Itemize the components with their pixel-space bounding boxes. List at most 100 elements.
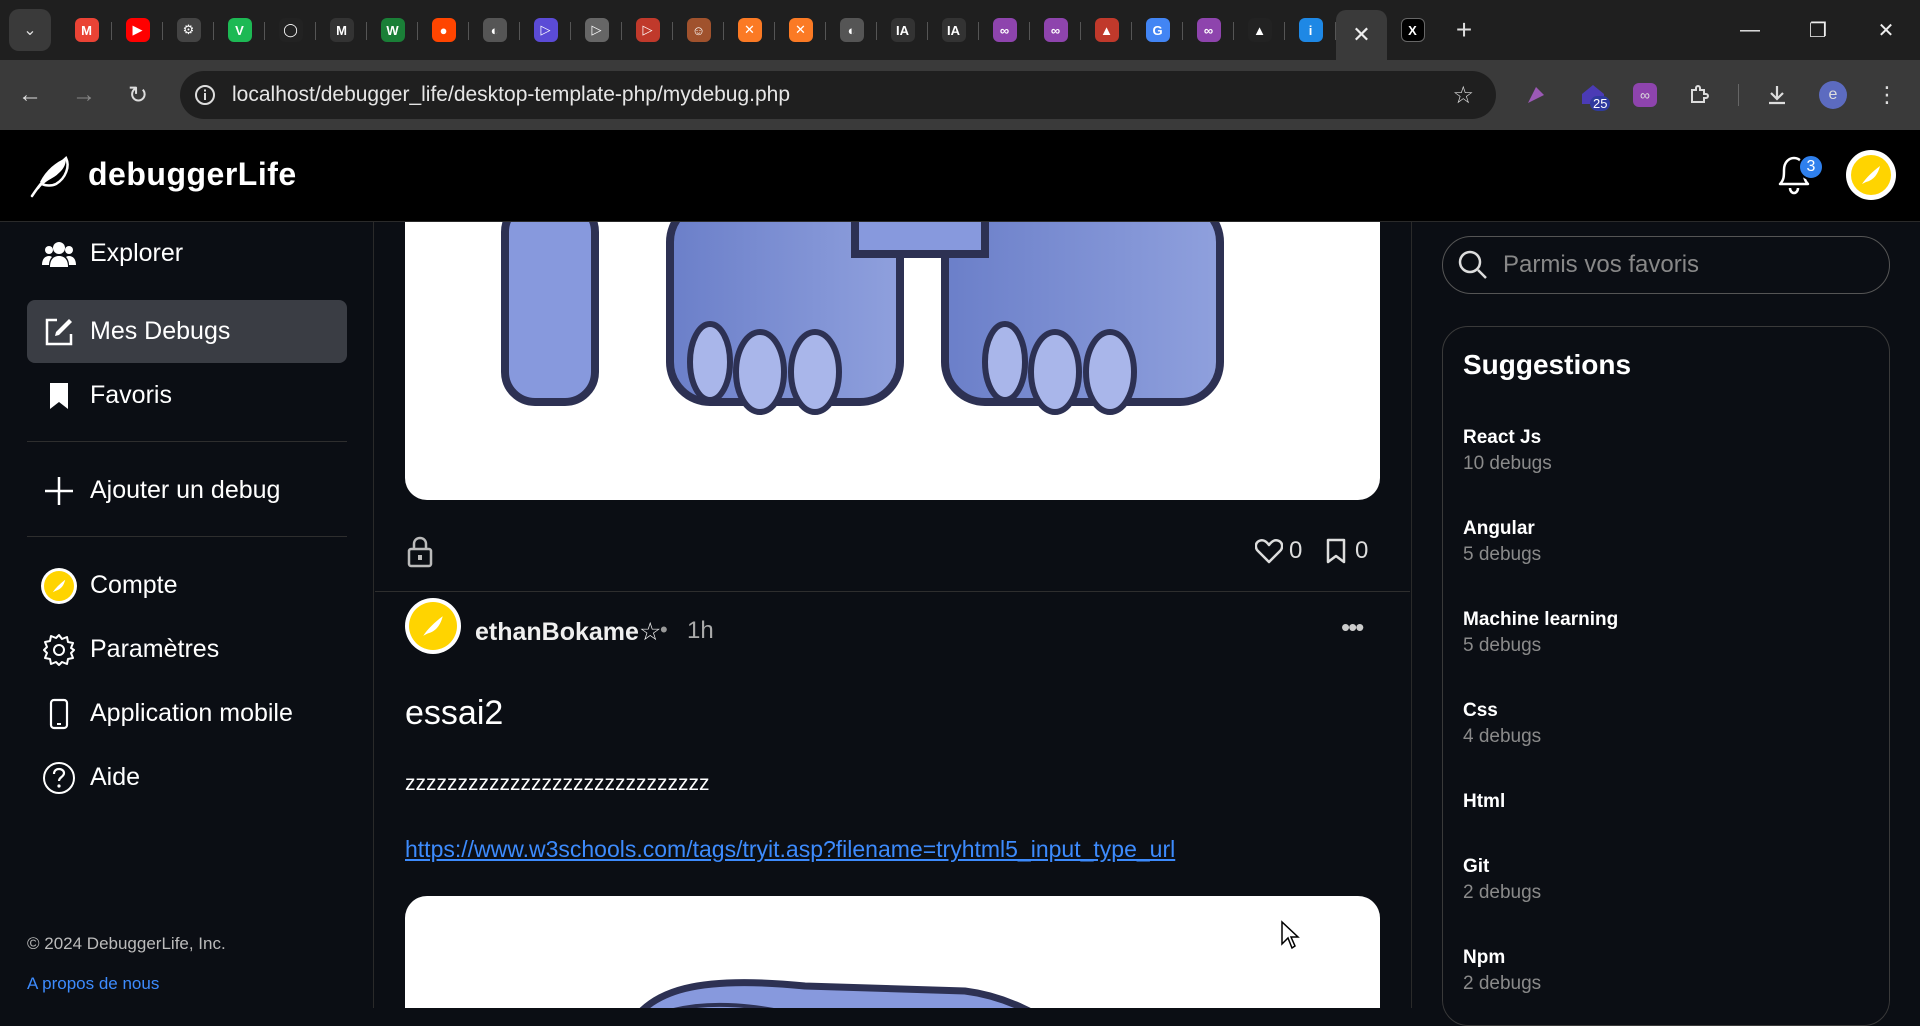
like-button[interactable]: 0	[1255, 537, 1302, 565]
minimize-button[interactable]: —	[1716, 0, 1784, 60]
browser-tab[interactable]: V	[214, 8, 265, 52]
suggestion-name: React Js	[1463, 427, 1542, 448]
close-window-button[interactable]: ✕	[1852, 0, 1920, 60]
browser-tab[interactable]: ⚙	[163, 8, 214, 52]
browser-tab[interactable]: ▲	[1234, 8, 1285, 52]
right-sidebar: Parmis vos favoris Suggestions React Js …	[1411, 222, 1920, 1026]
suggestion-count: 5 debugs	[1463, 635, 1542, 656]
globe-icon: ◐	[839, 18, 864, 42]
post-link[interactable]: https://www.w3schools.com/tags/tryit.asp…	[405, 836, 1175, 863]
extension-infinity-icon[interactable]: ∞	[1624, 74, 1666, 116]
extension-badge-count: 25	[1590, 96, 1611, 111]
gmail-icon: M	[74, 18, 99, 42]
suggestion-name: Css	[1463, 700, 1498, 721]
sidebar-item-parametres[interactable]: Paramètres	[27, 618, 347, 681]
suggestion-item[interactable]: Html	[1463, 791, 1505, 817]
forward-button[interactable]: →	[60, 71, 108, 119]
sidebar-item-favoris[interactable]: Favoris	[27, 364, 347, 427]
browser-tab[interactable]: ◯	[265, 8, 316, 52]
brand-name[interactable]: debuggerLife	[88, 156, 297, 193]
bookmark-star-icon[interactable]: ☆	[1452, 81, 1474, 110]
sidebar-divider	[27, 441, 347, 442]
browser-tab[interactable]: ▷	[571, 8, 622, 52]
suggestion-item[interactable]: Machine learning 5 debugs	[1463, 609, 1618, 657]
save-count: 0	[1355, 537, 1369, 564]
sidebar-item-ajouter-debug[interactable]: Ajouter un debug	[27, 459, 347, 522]
suggestion-name: Npm	[1463, 947, 1506, 968]
browser-tab[interactable]: W	[367, 8, 418, 52]
x-logo-icon: X	[1400, 18, 1425, 42]
search-input[interactable]: Parmis vos favoris	[1503, 251, 1699, 279]
sidebar-item-application-mobile[interactable]: Application mobile	[27, 682, 347, 745]
browser-tab[interactable]: ◐	[469, 8, 520, 52]
chatgpt-icon: ⚙	[176, 18, 201, 42]
browser-tab[interactable]: ☺	[673, 8, 724, 52]
reload-button[interactable]: ↻	[114, 71, 162, 119]
post-author-avatar[interactable]	[405, 598, 461, 654]
site-info-icon[interactable]	[188, 78, 222, 112]
back-button[interactable]: ←	[6, 71, 54, 119]
browser-tab[interactable]: i	[1285, 8, 1336, 52]
sidebar-item-label: Compte	[90, 571, 178, 599]
reddit-icon: ●	[431, 18, 456, 42]
browser-tab[interactable]: G	[1132, 8, 1183, 52]
browser-tab[interactable]: ▷	[520, 8, 571, 52]
address-bar[interactable]: localhost/debugger_life/desktop-template…	[180, 71, 1496, 119]
browser-tab[interactable]: M	[316, 8, 367, 52]
sidebar-item-compte[interactable]: Compte	[27, 554, 347, 617]
post-image[interactable]	[405, 222, 1380, 500]
github-icon: ◯	[278, 18, 303, 42]
suggestion-item[interactable]: Css 4 debugs	[1463, 700, 1541, 748]
browser-tab[interactable]: ▷	[622, 8, 673, 52]
feather-logo-icon[interactable]	[26, 152, 74, 200]
browser-tab[interactable]: ▶	[112, 8, 163, 52]
browser-tab[interactable]: ✕	[724, 8, 775, 52]
user-avatar[interactable]	[1846, 150, 1896, 200]
meta-separator: •	[660, 617, 668, 642]
save-button[interactable]: 0	[1325, 537, 1368, 565]
suggestion-item[interactable]: Angular 5 debugs	[1463, 518, 1541, 566]
youtube-icon: ▶	[125, 18, 150, 42]
new-tab-button[interactable]: +	[1444, 10, 1484, 50]
post-image[interactable]	[405, 896, 1380, 1008]
post-more-options-icon[interactable]: •••	[1341, 612, 1364, 643]
w-logo-icon: W	[380, 18, 405, 42]
tab-search-button[interactable]: ⌄	[9, 9, 51, 51]
browser-menu-icon[interactable]: ⋮	[1866, 74, 1908, 116]
sidebar-item-mes-debugs[interactable]: Mes Debugs	[27, 300, 347, 363]
favorites-search[interactable]: Parmis vos favoris	[1442, 236, 1890, 294]
close-tab-icon[interactable]: ✕	[1352, 22, 1370, 48]
browser-tab[interactable]: ▲	[1081, 8, 1132, 52]
extension-purple-icon[interactable]	[1515, 74, 1557, 116]
x-tab[interactable]: X	[1387, 8, 1438, 52]
sidebar-item-aide[interactable]: Aide	[27, 746, 347, 809]
post-time: 1h	[687, 617, 714, 644]
browser-tab[interactable]: ◐	[826, 8, 877, 52]
sidebar-item-label: Explorer	[90, 239, 184, 267]
url-text[interactable]: localhost/debugger_life/desktop-template…	[232, 83, 790, 107]
browser-tab[interactable]: ∞	[1030, 8, 1081, 52]
browser-tab[interactable]: M	[61, 8, 112, 52]
browser-tab[interactable]: ✕	[775, 8, 826, 52]
restore-button[interactable]: ❐	[1784, 0, 1852, 60]
browser-tab[interactable]: ∞	[979, 8, 1030, 52]
sidebar-item-explorer[interactable]: Explorer	[27, 222, 347, 285]
about-link[interactable]: A propos de nous	[27, 974, 159, 994]
extension-badge-icon[interactable]: 25	[1572, 74, 1614, 116]
suggestion-item[interactable]: React Js 10 debugs	[1463, 427, 1552, 475]
download-icon[interactable]	[1756, 74, 1798, 116]
suggestion-item[interactable]: Npm 2 debugs	[1463, 947, 1541, 995]
profile-avatar[interactable]: e	[1812, 74, 1854, 116]
extensions-puzzle-icon[interactable]	[1678, 74, 1720, 116]
suggestions-title: Suggestions	[1463, 349, 1632, 380]
suggestion-item[interactable]: Git 2 debugs	[1463, 856, 1541, 904]
browser-tab[interactable]: ∞	[1183, 8, 1234, 52]
browser-tab[interactable]: IA	[877, 8, 928, 52]
post-author-name[interactable]: ethanBokame☆	[475, 617, 661, 647]
xampp-icon: ✕	[737, 18, 762, 42]
browser-tab[interactable]: ●	[418, 8, 469, 52]
post-title[interactable]: essai2	[405, 694, 503, 733]
browser-tab[interactable]: IA	[928, 8, 979, 52]
active-tab[interactable]: ✕	[1336, 10, 1387, 60]
v-logo-icon: V	[227, 18, 252, 42]
